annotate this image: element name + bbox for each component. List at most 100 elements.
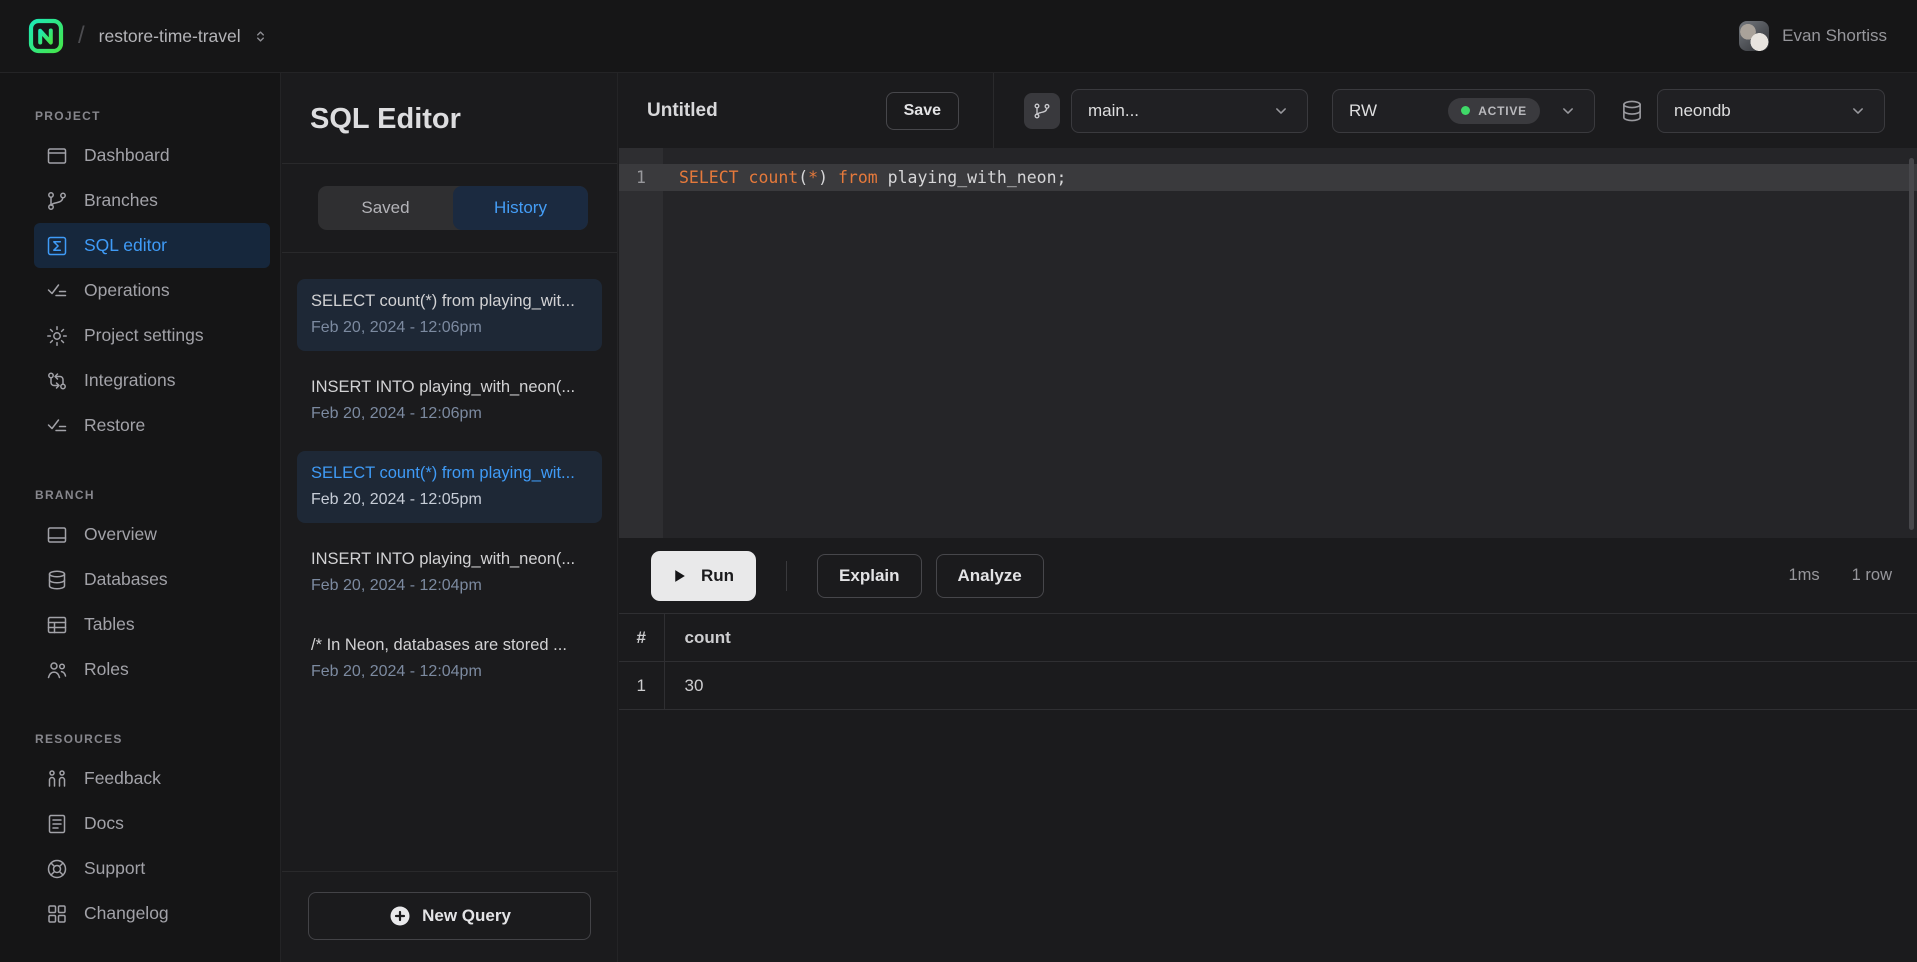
table-icon <box>45 613 69 637</box>
sidebar-section: RESOURCES Feedback Docs Support Changelo… <box>0 732 280 936</box>
user-menu[interactable]: Evan Shortiss <box>1739 21 1887 51</box>
sidebar-item-label: Integrations <box>84 370 175 391</box>
query-stats: 1ms 1 row <box>1788 566 1892 585</box>
compute-dropdown[interactable]: RW ACTIVE <box>1332 89 1595 133</box>
sidebar-item-tables[interactable]: Tables <box>34 602 270 647</box>
sidebar-item-dashboard[interactable]: Dashboard <box>34 133 270 178</box>
tabs-wrap: Saved History <box>282 164 617 252</box>
results-row: 130 <box>619 662 1917 710</box>
docs-icon <box>45 812 69 836</box>
breadcrumb-separator: / <box>78 22 85 50</box>
run-button[interactable]: Run <box>651 551 756 601</box>
database-icon <box>1619 98 1645 124</box>
tab-saved[interactable]: Saved <box>318 186 453 230</box>
branch-dropdown[interactable]: main... <box>1071 89 1308 133</box>
chevron-down-icon <box>1558 101 1578 121</box>
database-dropdown[interactable]: neondb <box>1657 89 1885 133</box>
sidebar-item-project-settings[interactable]: Project settings <box>34 313 270 358</box>
sidebar-item-label: Restore <box>84 415 145 436</box>
database-select-group: neondb <box>1619 89 1885 133</box>
query-toolbar: Run Explain Analyze 1ms 1 row <box>619 538 1917 613</box>
query-panel-footer: New Query <box>282 871 617 962</box>
support-icon <box>45 857 69 881</box>
user-avatar <box>1739 21 1769 51</box>
sidebar-section: BRANCH Overview Databases Tables Roles <box>0 488 280 692</box>
history-item-query: INSERT INTO playing_with_neon(... <box>311 376 588 398</box>
results-area: #count 130 <box>619 613 1917 962</box>
gear-icon <box>45 324 69 348</box>
code-lines: 1SELECT count(*) from playing_with_neon; <box>619 148 1917 191</box>
history-item-date: Feb 20, 2024 - 12:04pm <box>311 661 588 682</box>
results-cell: 1 <box>619 662 664 710</box>
results-cell: 30 <box>664 662 1917 710</box>
code-line-text: SELECT count(*) from playing_with_neon; <box>663 168 1066 187</box>
sidebar-item-label: Docs <box>84 813 124 834</box>
editor-scrollbar[interactable] <box>1909 158 1914 530</box>
code-editor[interactable]: 1SELECT count(*) from playing_with_neon; <box>619 148 1917 538</box>
history-item[interactable]: SELECT count(*) from playing_wit... Feb … <box>297 451 602 523</box>
sidebar-item-databases[interactable]: Databases <box>34 557 270 602</box>
history-item-query: /* In Neon, databases are stored ... <box>311 634 588 656</box>
git-branch-icon <box>45 189 69 213</box>
sidebar-item-roles[interactable]: Roles <box>34 647 270 692</box>
connection-group: main... RW ACTIVE <box>994 73 1917 148</box>
sidebar-item-label: Operations <box>84 280 170 301</box>
sidebar-item-sql-editor[interactable]: SQL editor <box>34 223 270 268</box>
query-duration: 1ms <box>1788 566 1819 585</box>
sidebar-item-docs[interactable]: Docs <box>34 801 270 846</box>
project-switcher[interactable]: restore-time-travel <box>99 26 270 47</box>
history-list: SELECT count(*) from playing_wit... Feb … <box>282 253 617 871</box>
section-items: Dashboard Branches SQL editor Operations… <box>0 133 280 448</box>
overview-icon <box>45 523 69 547</box>
sidebar-item-feedback[interactable]: Feedback <box>34 756 270 801</box>
history-item-query: SELECT count(*) from playing_wit... <box>311 462 588 484</box>
results-table: #count 130 <box>619 613 1917 710</box>
save-button[interactable]: Save <box>886 92 959 130</box>
sidebar-item-label: Changelog <box>84 903 169 924</box>
section-label: RESOURCES <box>0 732 280 746</box>
sidebar-item-branches[interactable]: Branches <box>34 178 270 223</box>
neon-logo[interactable] <box>28 18 64 54</box>
selector-chevrons-icon <box>251 27 270 46</box>
history-item-query: SELECT count(*) from playing_wit... <box>311 290 588 312</box>
project-name: restore-time-travel <box>99 26 241 47</box>
sql-editor-icon <box>45 234 69 258</box>
git-branch-icon[interactable] <box>1024 93 1060 129</box>
query-panel: SQL Editor Saved History SELECT count(*)… <box>282 73 618 962</box>
line-number: 1 <box>619 168 663 187</box>
results-column-header: count <box>664 614 1917 662</box>
divider <box>786 561 787 591</box>
history-item[interactable]: SELECT count(*) from playing_wit... Feb … <box>297 279 602 351</box>
code-line[interactable]: 1SELECT count(*) from playing_with_neon; <box>619 164 1917 191</box>
document-title: Untitled <box>647 100 718 122</box>
chevron-down-icon <box>1848 101 1868 121</box>
results-column-header: # <box>619 614 664 662</box>
user-name: Evan Shortiss <box>1782 26 1887 46</box>
section-label: PROJECT <box>0 109 280 123</box>
neon-console-app: / restore-time-travel Evan Shortiss PROJ… <box>0 0 1917 962</box>
document-group: Untitled Save <box>619 73 994 148</box>
tab-history[interactable]: History <box>453 186 588 230</box>
database-dropdown-value: neondb <box>1674 101 1731 121</box>
history-item-date: Feb 20, 2024 - 12:06pm <box>311 317 588 338</box>
feedback-icon <box>45 767 69 791</box>
neon-logo-icon <box>28 18 64 54</box>
main-area: Untitled Save main... RW <box>619 73 1917 962</box>
sidebar-item-overview[interactable]: Overview <box>34 512 270 557</box>
history-item[interactable]: /* In Neon, databases are stored ... Feb… <box>297 623 602 695</box>
history-item[interactable]: INSERT INTO playing_with_neon(... Feb 20… <box>297 537 602 609</box>
explain-button[interactable]: Explain <box>817 554 921 598</box>
analyze-button[interactable]: Analyze <box>936 554 1044 598</box>
sidebar-item-label: Branches <box>84 190 158 211</box>
integrations-icon <box>45 369 69 393</box>
history-item[interactable]: INSERT INTO playing_with_neon(... Feb 20… <box>297 365 602 437</box>
sidebar-item-label: Tables <box>84 614 135 635</box>
new-query-button[interactable]: New Query <box>308 892 591 940</box>
sidebar-item-support[interactable]: Support <box>34 846 270 891</box>
sidebar-item-restore[interactable]: Restore <box>34 403 270 448</box>
sidebar-item-label: Dashboard <box>84 145 170 166</box>
history-item-date: Feb 20, 2024 - 12:05pm <box>311 489 588 510</box>
sidebar-item-integrations[interactable]: Integrations <box>34 358 270 403</box>
sidebar-item-changelog[interactable]: Changelog <box>34 891 270 936</box>
sidebar-item-operations[interactable]: Operations <box>34 268 270 313</box>
